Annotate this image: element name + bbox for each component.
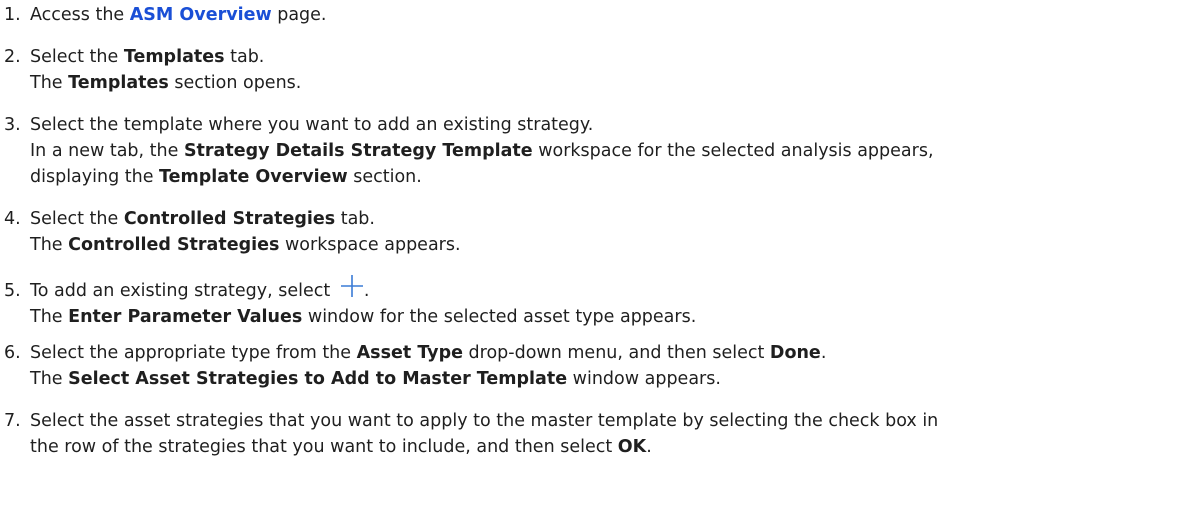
procedure-steps: 1. Access the ASM Overview page. 2. Select… bbox=[0, 0, 1195, 512]
ui-term: Template Overview bbox=[159, 167, 348, 187]
step-result: In a new tab, the Strategy Details Strat… bbox=[30, 141, 934, 161]
step-text: tab. bbox=[335, 209, 375, 229]
step-1: 1. Access the ASM Overview page. bbox=[4, 2, 1191, 28]
step-6: 6. Select the appropriate type from the A… bbox=[4, 340, 1191, 392]
step-3: 3. Select the template where you want to … bbox=[4, 112, 1191, 190]
step-result: The Templates section opens. bbox=[30, 73, 302, 93]
step-number: 2. bbox=[4, 47, 21, 67]
step-2: 2. Select the Templates tab. The Template… bbox=[4, 44, 1191, 96]
step-result: The Controlled Strategies workspace appe… bbox=[30, 235, 461, 255]
ui-term: Templates bbox=[123, 47, 225, 67]
ui-term: Strategy Details Strategy Template bbox=[183, 141, 533, 161]
asm-overview-link[interactable]: ASM Overview bbox=[130, 5, 272, 25]
step-text: Select the bbox=[30, 47, 124, 67]
ui-term: Select Asset Strategies to Add to Master… bbox=[68, 369, 568, 389]
ui-term: Asset Type bbox=[356, 343, 463, 363]
step-number: 3. bbox=[4, 115, 21, 135]
step-result: The Select Asset Strategies to Add to Ma… bbox=[30, 369, 721, 389]
plus-icon bbox=[340, 274, 364, 298]
step-text: Select the appropriate type from the bbox=[30, 343, 357, 363]
step-number: 7. bbox=[4, 411, 21, 431]
step-result: The Enter Parameter Values window for th… bbox=[30, 307, 697, 327]
step-text-continued: the row of the strategies that you want … bbox=[30, 437, 652, 457]
ui-term: OK bbox=[617, 437, 647, 457]
step-text: Select the asset strategies that you wan… bbox=[30, 411, 939, 431]
step-result-continued: displaying the Template Overview section… bbox=[30, 167, 422, 187]
ui-term: Controlled Strategies bbox=[123, 209, 336, 229]
step-text: tab. bbox=[224, 47, 265, 67]
ui-term: Controlled Strategies bbox=[68, 235, 280, 255]
ui-term: Templates bbox=[68, 73, 169, 93]
ui-term: Enter Parameter Values bbox=[68, 307, 303, 327]
step-text: Select the template where you want to ad… bbox=[30, 115, 594, 135]
step-text: Select the bbox=[30, 209, 124, 229]
step-text: page. bbox=[271, 5, 327, 25]
step-number: 5. bbox=[4, 281, 21, 301]
ui-term: Done bbox=[769, 343, 821, 363]
step-text: Access the bbox=[30, 5, 130, 25]
step-4: 4. Select the Controlled Strategies tab. … bbox=[4, 206, 1191, 258]
step-7: 7. Select the asset strategies that you w… bbox=[4, 408, 1191, 460]
step-number: 1. bbox=[4, 5, 21, 25]
step-text: . bbox=[363, 281, 370, 301]
step-number: 4. bbox=[4, 209, 21, 229]
step-5: 5. To add an existing strategy, select . … bbox=[4, 274, 1191, 330]
step-number: 6. bbox=[4, 343, 21, 363]
step-text: To add an existing strategy, select bbox=[30, 281, 336, 301]
